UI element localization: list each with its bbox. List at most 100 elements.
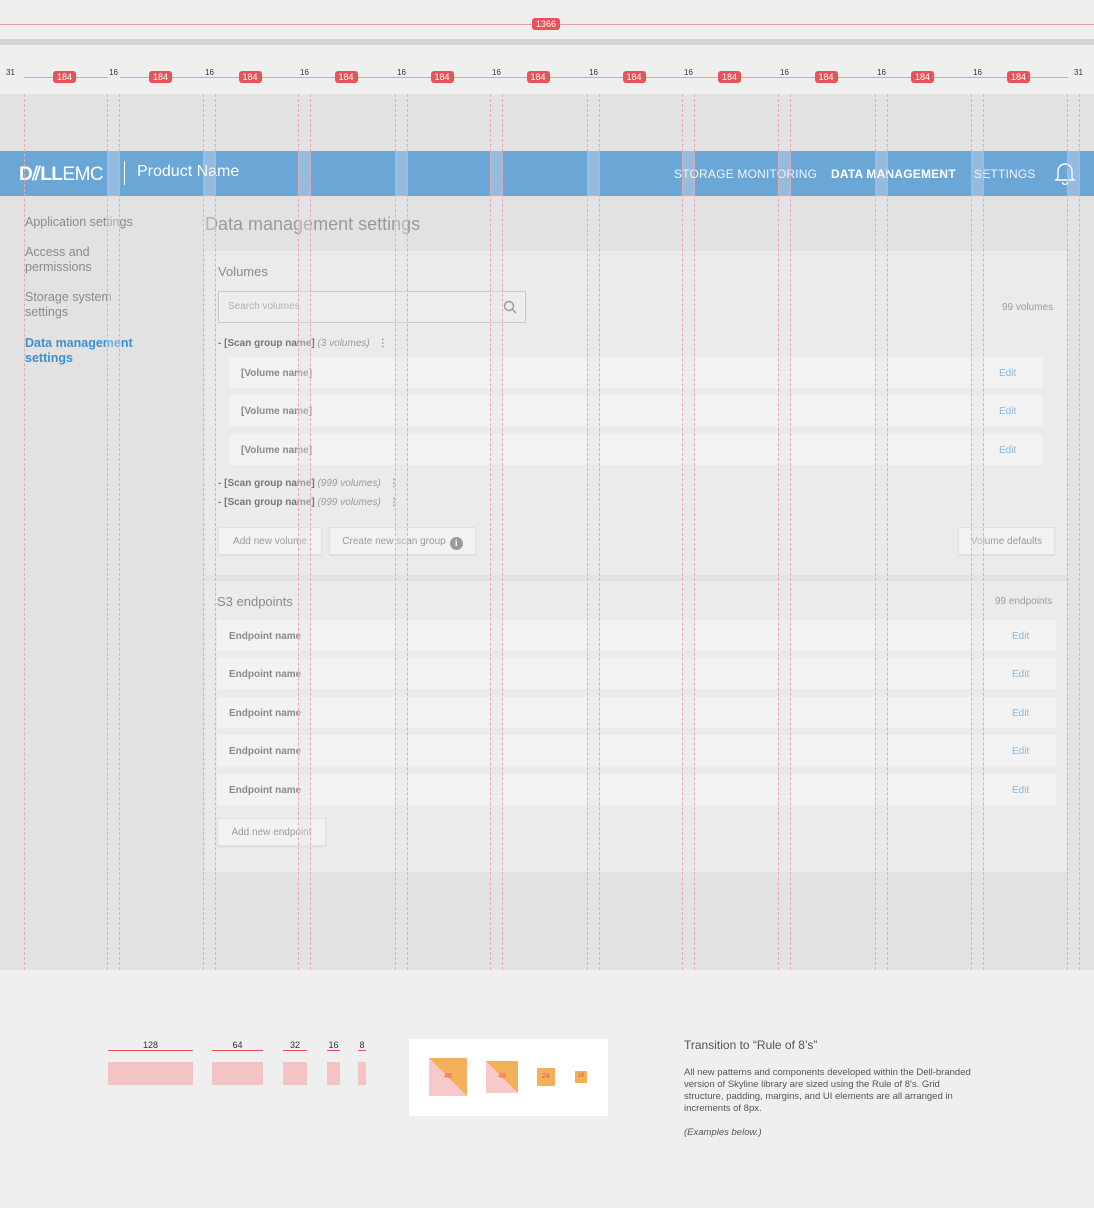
sidebar-item-application-settings[interactable]: Application settings: [25, 215, 185, 230]
gutter-width-label: 16: [877, 68, 886, 77]
column-width-label: 184: [718, 71, 742, 83]
s3-title: S3 endpoints: [217, 594, 293, 609]
right-margin-label: 31: [1074, 68, 1083, 77]
edit-link[interactable]: Edit: [999, 406, 1016, 417]
edit-link[interactable]: Edit: [999, 445, 1016, 456]
left-margin-label: 31: [6, 68, 15, 77]
icon-size-sample-48: 48: [429, 1058, 467, 1096]
grid-gutter: [1067, 94, 1080, 970]
total-width-label: 1366: [532, 18, 561, 30]
nav-storage-monitoring[interactable]: STORAGE MONITORING: [674, 167, 817, 181]
search-placeholder: Search volumes: [228, 301, 300, 312]
sidebar-item-data-management-settings[interactable]: Data management settings: [25, 336, 145, 366]
scan-group-row[interactable]: - [Scan group name] (999 volumes) ⋮: [218, 478, 399, 489]
edit-link[interactable]: Edit: [1012, 708, 1029, 719]
size-swatch-64: [212, 1062, 263, 1085]
add-volume-button[interactable]: Add new volume: [218, 527, 322, 555]
rule-of-eights-description: All new patterns and components develope…: [684, 1067, 971, 1114]
endpoint-row[interactable]: Endpoint name Edit: [217, 735, 1056, 766]
size-line-16: [327, 1050, 340, 1051]
scan-group-row[interactable]: - [Scan group name] (3 volumes) ⋮: [218, 338, 388, 349]
info-icon[interactable]: i: [449, 537, 463, 550]
app-screen: D⫽LLEMC Product Name STORAGE MONITORING …: [0, 94, 1094, 970]
size-label-128: 128: [142, 1040, 159, 1050]
size-swatch-128: [108, 1062, 193, 1085]
search-volumes-input[interactable]: Search volumes: [218, 291, 526, 323]
edit-link[interactable]: Edit: [1012, 669, 1029, 680]
icon-size-sample-16: 16: [575, 1071, 587, 1083]
icon-size-panel: 48 48 24 16: [409, 1039, 608, 1116]
dell-emc-logo: D⫽LLEMC: [19, 164, 104, 185]
size-line-8: [358, 1050, 366, 1051]
gutter-width-label: 16: [780, 68, 789, 77]
icon-size-sample-48b: 48: [486, 1061, 518, 1093]
rule-of-eights-legend: 128 64 32 16 8 48 48 24 16 Transition to…: [0, 970, 1094, 1208]
nav-data-management[interactable]: DATA MANAGEMENT: [831, 167, 956, 181]
sidebar-item-storage-system-settings[interactable]: Storage system settings: [25, 290, 125, 320]
search-icon[interactable]: [503, 300, 517, 314]
size-line-32: [283, 1050, 307, 1051]
icon-size-sample-24: 24: [537, 1068, 555, 1086]
size-swatch-32: [283, 1062, 307, 1085]
size-line-64: [212, 1050, 263, 1051]
volumes-count: 99 volumes: [1002, 302, 1054, 313]
edit-link[interactable]: Edit: [999, 368, 1016, 379]
gutter-width-label: 16: [589, 68, 598, 77]
logo-divider: [124, 161, 125, 185]
column-width-label: 184: [238, 71, 262, 83]
kebab-menu-icon[interactable]: ⋮: [378, 338, 388, 349]
size-label-16: 16: [328, 1040, 339, 1050]
endpoint-row[interactable]: Endpoint name Edit: [217, 658, 1056, 689]
spec-ruler: 1366 31 31 184 16 184 16 184 16 184 16 184 16 184 1…: [0, 0, 1094, 94]
column-width-label: 184: [911, 71, 935, 83]
column-width-label: 184: [334, 71, 358, 83]
endpoint-row[interactable]: Endpoint name Edit: [217, 620, 1056, 651]
gutter-width-label: 16: [397, 68, 406, 77]
volume-row[interactable]: [Volume name] Edit: [229, 395, 1043, 426]
product-name: Product Name: [137, 163, 240, 180]
column-width-label: 184: [53, 71, 77, 83]
gutter-width-label: 16: [684, 68, 693, 77]
kebab-menu-icon[interactable]: ⋮: [389, 497, 399, 508]
gutter-width-label: 16: [973, 68, 982, 77]
examples-note: (Examples below.): [684, 1127, 762, 1138]
column-width-label: 184: [526, 71, 550, 83]
top-navbar: D⫽LLEMC Product Name STORAGE MONITORING …: [0, 151, 1094, 196]
rule-of-eights-title: Transition to “Rule of 8’s”: [684, 1038, 818, 1052]
edit-link[interactable]: Edit: [1012, 746, 1029, 757]
size-label-8: 8: [359, 1040, 365, 1050]
endpoint-row[interactable]: Endpoint name Edit: [217, 697, 1056, 728]
scrollbar-band: [0, 39, 1094, 45]
volume-row[interactable]: [Volume name] Edit: [229, 357, 1043, 388]
gutter-width-label: 16: [300, 68, 309, 77]
edit-link[interactable]: Edit: [1012, 785, 1029, 796]
gutter-width-label: 16: [205, 68, 214, 77]
size-line-128: [108, 1050, 193, 1051]
nav-settings[interactable]: SETTINGS: [974, 167, 1036, 181]
size-label-32: 32: [289, 1040, 300, 1050]
grid-margin-edge: [1067, 94, 1068, 970]
s3-count: 99 endpoints: [995, 596, 1053, 607]
size-label-64: 64: [232, 1040, 243, 1050]
page-title: Data management settings: [205, 214, 421, 234]
sidebar-item-access-permissions[interactable]: Access and permissions: [25, 245, 125, 275]
column-width-label: 184: [1007, 71, 1031, 83]
edit-link[interactable]: Edit: [1012, 631, 1029, 642]
column-width-label: 184: [814, 71, 838, 83]
size-swatch-16: [327, 1062, 340, 1085]
volumes-title: Volumes: [218, 264, 268, 279]
scan-group-row[interactable]: - [Scan group name] (999 volumes) ⋮: [218, 497, 399, 508]
column-width-label: 184: [149, 71, 173, 83]
gutter-width-label: 16: [492, 68, 501, 77]
size-swatch-8: [358, 1062, 366, 1085]
volume-defaults-button[interactable]: Volume defaults: [958, 527, 1055, 555]
bell-icon[interactable]: [1054, 161, 1076, 185]
column-width-label: 184: [430, 71, 454, 83]
gutter-width-label: 16: [109, 68, 118, 77]
kebab-menu-icon[interactable]: ⋮: [389, 478, 399, 489]
volume-row[interactable]: [Volume name] Edit: [229, 434, 1043, 465]
create-scan-group-button[interactable]: Create new scan group i: [329, 527, 476, 555]
add-endpoint-button[interactable]: Add new endpoint: [217, 818, 326, 846]
endpoint-row[interactable]: Endpoint name Edit: [217, 774, 1056, 805]
column-width-label: 184: [622, 71, 646, 83]
